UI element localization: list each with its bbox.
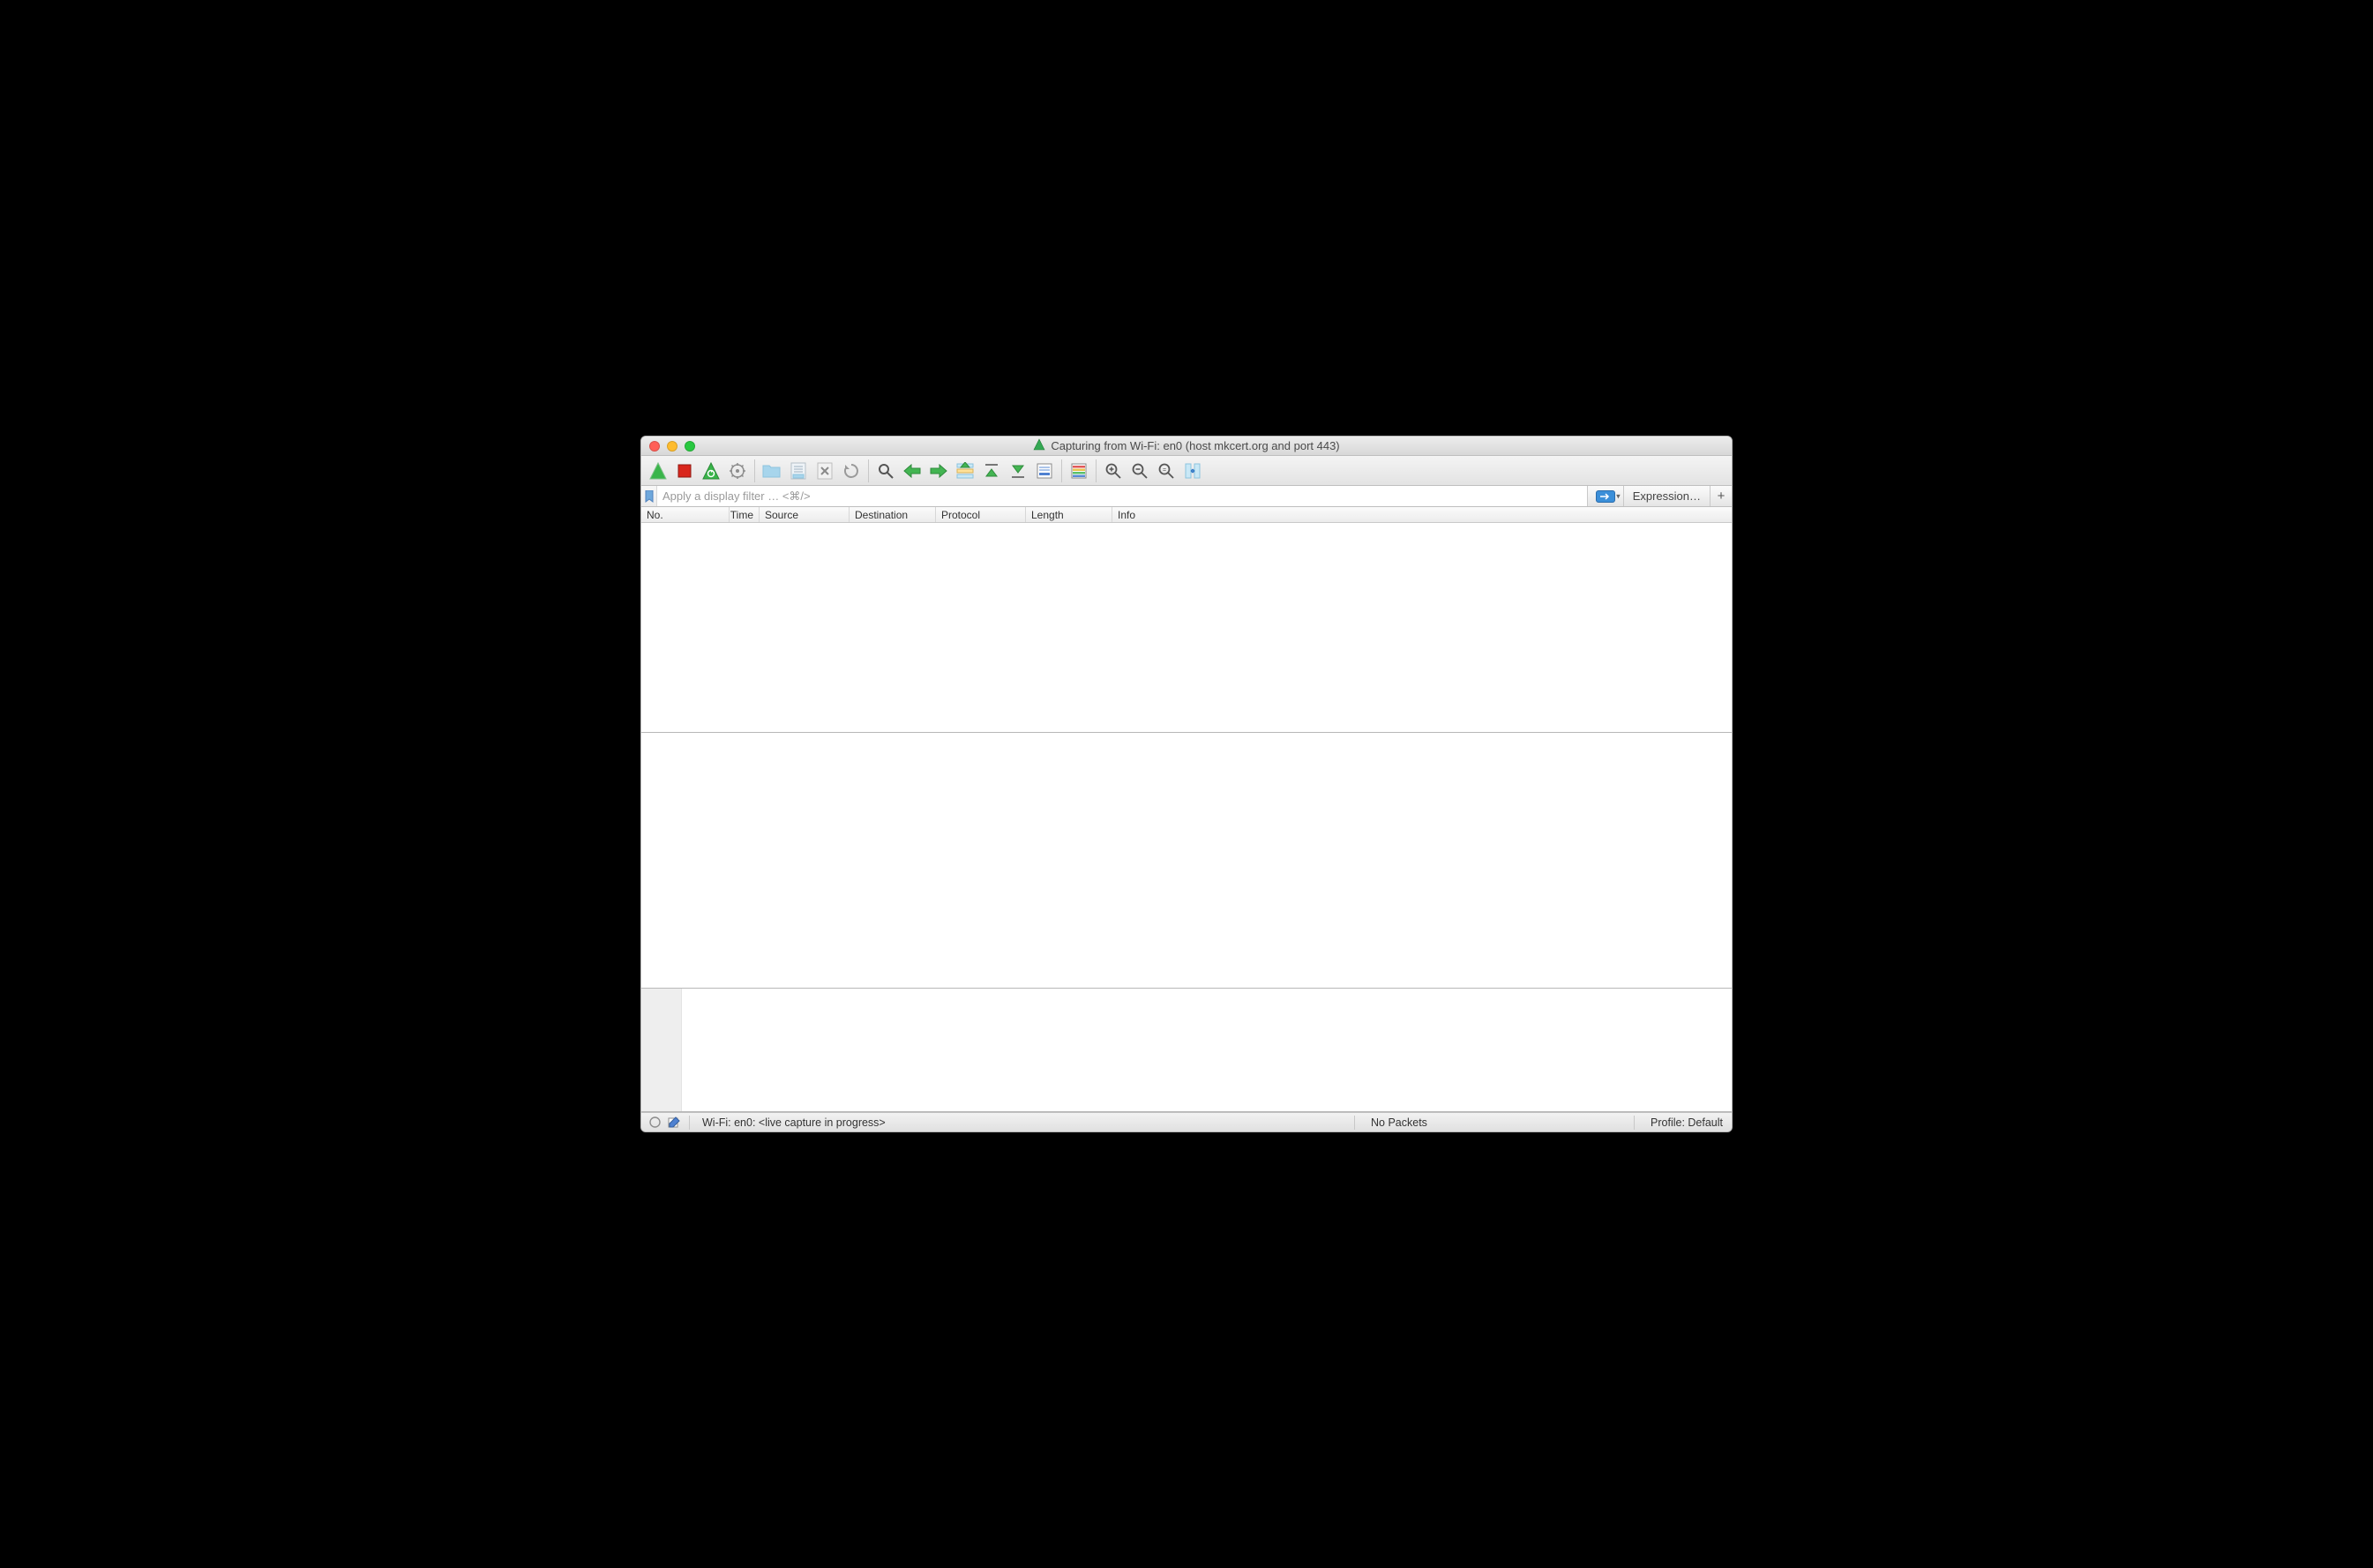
reload-button[interactable] <box>838 459 865 483</box>
first-packet-button[interactable] <box>978 459 1005 483</box>
go-back-button[interactable] <box>899 459 925 483</box>
zoom-reset-button[interactable]: = <box>1153 459 1179 483</box>
expression-button[interactable]: Expression… <box>1624 486 1711 506</box>
close-window-button[interactable] <box>649 441 660 452</box>
auto-scroll-button[interactable] <box>1031 459 1058 483</box>
find-button[interactable] <box>872 459 899 483</box>
titlebar: Capturing from Wi-Fi: en0 (host mkcert.o… <box>641 437 1732 456</box>
start-capture-button[interactable] <box>645 459 671 483</box>
apply-filter-button[interactable]: ▾ <box>1587 486 1624 506</box>
display-filter-bar: ▾ Expression… + <box>641 486 1732 507</box>
zoom-window-button[interactable] <box>685 441 695 452</box>
edit-capture-comment-button[interactable] <box>666 1116 682 1129</box>
display-filter-input[interactable] <box>657 486 1587 506</box>
packet-list-header: No. Time Source Destination Protocol Len… <box>641 507 1732 523</box>
column-label: Info <box>1118 509 1135 521</box>
column-header-time[interactable]: Time <box>730 507 760 522</box>
last-packet-button[interactable] <box>1005 459 1031 483</box>
packet-bytes-pane[interactable] <box>641 989 1732 1112</box>
open-file-button[interactable] <box>759 459 785 483</box>
resize-columns-button[interactable] <box>1179 459 1206 483</box>
add-filter-button[interactable]: + <box>1711 486 1732 506</box>
column-label: Source <box>765 509 798 521</box>
toolbar-separator <box>754 459 755 482</box>
statusbar-separator <box>1634 1116 1635 1130</box>
status-bar: Wi-Fi: en0: <live capture in progress> N… <box>641 1112 1732 1131</box>
filter-bookmark-button[interactable] <box>641 486 657 506</box>
toolbar-separator <box>1061 459 1062 482</box>
expression-label: Expression… <box>1633 489 1701 503</box>
close-file-button[interactable] <box>812 459 838 483</box>
column-header-length[interactable]: Length <box>1026 507 1112 522</box>
main-toolbar: = <box>641 456 1732 486</box>
expert-info-button[interactable] <box>647 1116 662 1128</box>
colorize-button[interactable] <box>1066 459 1092 483</box>
save-file-button[interactable] <box>785 459 812 483</box>
go-to-packet-button[interactable] <box>952 459 978 483</box>
status-packet-count: No Packets <box>1362 1116 1627 1129</box>
column-label: No. <box>647 509 663 521</box>
column-header-info[interactable]: Info <box>1112 507 1732 522</box>
zoom-out-button[interactable] <box>1127 459 1153 483</box>
app-window: Capturing from Wi-Fi: en0 (host mkcert.o… <box>640 436 1733 1132</box>
toolbar-separator <box>1096 459 1097 482</box>
chevron-down-icon: ▾ <box>1616 491 1621 501</box>
capture-options-button[interactable] <box>724 459 751 483</box>
shark-fin-icon <box>1033 438 1045 453</box>
status-capture-text: Wi-Fi: en0: <live capture in progress> <box>697 1116 886 1129</box>
packet-list-pane[interactable] <box>641 523 1732 733</box>
status-profile[interactable]: Profile: Default <box>1642 1116 1732 1129</box>
toolbar-separator <box>868 459 869 482</box>
packet-detail-pane[interactable] <box>641 733 1732 989</box>
statusbar-separator <box>689 1116 690 1130</box>
bytes-gutter <box>641 989 682 1111</box>
svg-text:=: = <box>1163 467 1166 474</box>
column-label: Protocol <box>941 509 980 521</box>
column-header-source[interactable]: Source <box>760 507 850 522</box>
go-forward-button[interactable] <box>925 459 952 483</box>
panes-container <box>641 523 1732 1112</box>
column-header-destination[interactable]: Destination <box>850 507 936 522</box>
statusbar-separator <box>1354 1116 1355 1130</box>
titlebar-title: Capturing from Wi-Fi: en0 (host mkcert.o… <box>641 438 1732 453</box>
column-header-protocol[interactable]: Protocol <box>936 507 1026 522</box>
add-filter-label: + <box>1718 489 1725 504</box>
column-header-no[interactable]: No. <box>641 507 730 522</box>
restart-capture-button[interactable] <box>698 459 724 483</box>
window-controls <box>641 441 695 452</box>
column-label: Destination <box>855 509 908 521</box>
column-label: Length <box>1031 509 1064 521</box>
column-label: Time <box>730 509 753 521</box>
stop-capture-button[interactable] <box>671 459 698 483</box>
minimize-window-button[interactable] <box>667 441 677 452</box>
zoom-in-button[interactable] <box>1100 459 1127 483</box>
window-title-text: Capturing from Wi-Fi: en0 (host mkcert.o… <box>1051 439 1339 452</box>
